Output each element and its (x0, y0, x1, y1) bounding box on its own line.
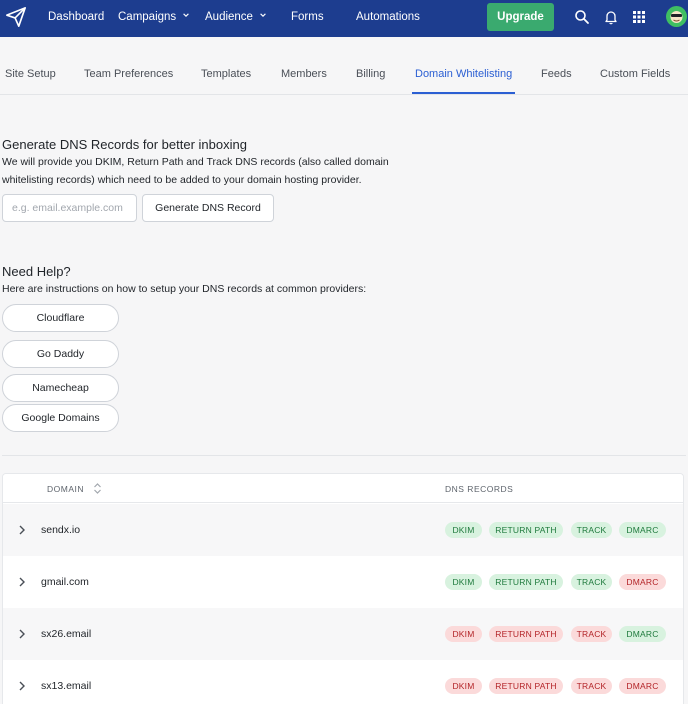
dkim-status-badge: DKIM (445, 626, 482, 642)
tab-custom-fields[interactable]: Custom Fields (600, 68, 670, 80)
table-row[interactable]: sx13.email DKIM RETURN PATH TRACK DMARC (3, 660, 683, 704)
nav-forms[interactable]: Forms (291, 10, 324, 24)
domain-name: sendx.io (41, 524, 81, 536)
top-nav-bar: Dashboard Campaigns Audience Forms Autom… (0, 0, 688, 37)
nav-campaigns[interactable]: Campaigns (118, 10, 190, 24)
table-row[interactable]: sx26.email DKIM RETURN PATH TRACK DMARC (3, 608, 683, 660)
table-header: DOMAIN DNS RECORDS (3, 474, 683, 503)
tab-feeds[interactable]: Feeds (541, 68, 572, 80)
provider-google-domains-button[interactable]: Google Domains (2, 404, 119, 432)
track-status-badge: TRACK (571, 678, 612, 694)
help-section-title: Need Help? (2, 264, 71, 279)
chevron-right-icon[interactable] (17, 628, 27, 640)
dkim-status-badge: DKIM (445, 678, 482, 694)
chevron-right-icon[interactable] (17, 576, 27, 588)
settings-tabs: Site Setup Team Preferences Templates Me… (0, 37, 688, 95)
provider-cloudflare-button[interactable]: Cloudflare (2, 304, 119, 332)
paper-plane-logo-icon[interactable] (5, 6, 27, 28)
dmarc-status-badge: DMARC (619, 522, 666, 538)
tab-domain-whitelisting[interactable]: Domain Whitelisting (415, 68, 512, 80)
track-status-badge: TRACK (571, 626, 612, 642)
domains-table: DOMAIN DNS RECORDS sendx.io DKIM RETURN … (2, 473, 684, 704)
dkim-status-badge: DKIM (445, 522, 482, 538)
dns-description-line-1: We will provide you DKIM, Return Path an… (2, 156, 389, 168)
return-path-status-badge: RETURN PATH (489, 522, 563, 538)
return-path-status-badge: RETURN PATH (489, 574, 563, 590)
tab-team-preferences[interactable]: Team Preferences (84, 68, 173, 80)
chevron-down-icon (260, 13, 266, 17)
avatar[interactable] (666, 6, 687, 27)
domain-name: sx26.email (41, 628, 92, 640)
domain-name: sx13.email (41, 680, 92, 692)
table-row[interactable]: gmail.com DKIM RETURN PATH TRACK DMARC (3, 556, 683, 608)
chevron-down-icon (183, 13, 189, 17)
upgrade-button[interactable]: Upgrade (487, 3, 554, 31)
chevron-right-icon[interactable] (17, 680, 27, 692)
domain-name: gmail.com (41, 576, 89, 588)
tab-members[interactable]: Members (281, 68, 327, 80)
return-path-status-badge: RETURN PATH (489, 626, 563, 642)
column-header-domain[interactable]: DOMAIN (47, 484, 84, 494)
nav-audience[interactable]: Audience (205, 10, 267, 24)
tab-billing[interactable]: Billing (356, 68, 385, 80)
chevron-right-icon[interactable] (17, 524, 27, 536)
return-path-status-badge: RETURN PATH (489, 678, 563, 694)
track-status-badge: TRACK (571, 574, 612, 590)
search-icon[interactable] (574, 9, 590, 25)
provider-namecheap-button[interactable]: Namecheap (2, 374, 119, 402)
tab-templates[interactable]: Templates (201, 68, 251, 80)
bell-icon[interactable] (603, 9, 619, 25)
column-header-dns-records: DNS RECORDS (445, 484, 514, 494)
dkim-status-badge: DKIM (445, 574, 482, 590)
track-status-badge: TRACK (571, 522, 612, 538)
apps-grid-icon[interactable] (631, 9, 647, 25)
section-divider (2, 455, 686, 456)
active-tab-indicator (412, 92, 515, 94)
dns-description-line-2: whitelisting records) which need to be a… (2, 174, 362, 186)
avatar-face-icon (670, 11, 683, 23)
domain-input[interactable] (2, 194, 137, 222)
sort-icon[interactable] (93, 482, 102, 495)
provider-godaddy-button[interactable]: Go Daddy (2, 340, 119, 368)
nav-dashboard[interactable]: Dashboard (48, 10, 104, 24)
tab-site-setup[interactable]: Site Setup (5, 68, 56, 80)
dmarc-status-badge: DMARC (619, 626, 666, 642)
dns-section-title: Generate DNS Records for better inboxing (2, 137, 247, 152)
dmarc-status-badge: DMARC (619, 574, 666, 590)
dmarc-status-badge: DMARC (619, 678, 666, 694)
table-row[interactable]: sendx.io DKIM RETURN PATH TRACK DMARC (3, 504, 683, 556)
help-description: Here are instructions on how to setup yo… (2, 283, 367, 295)
generate-dns-record-button[interactable]: Generate DNS Record (142, 194, 274, 222)
nav-automations[interactable]: Automations (356, 10, 420, 24)
